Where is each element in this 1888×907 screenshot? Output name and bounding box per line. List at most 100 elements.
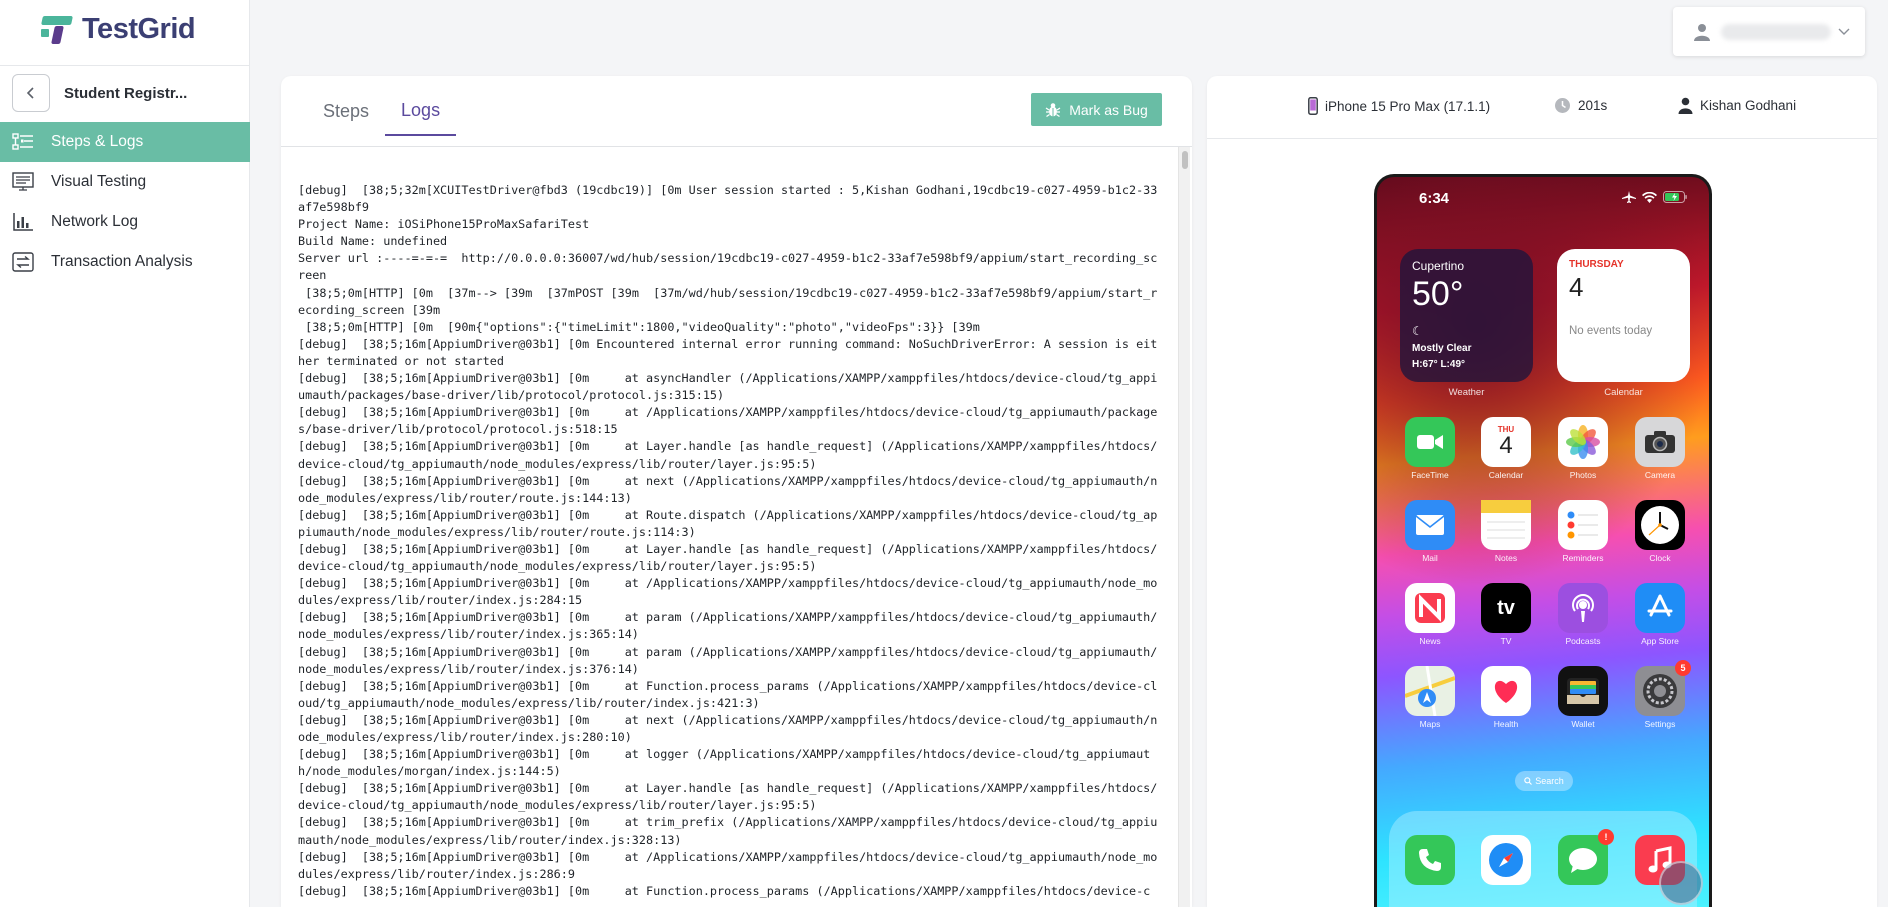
network-log-icon (12, 211, 34, 233)
app-label: News (1419, 636, 1441, 646)
user-icon (1694, 23, 1710, 41)
reminders-icon (1566, 510, 1600, 540)
sidebar-item-steps-logs[interactable]: Steps & Logs (0, 122, 250, 162)
sidebar-nav: Steps & Logs Visual Testing Network Log … (0, 122, 250, 282)
tab-steps[interactable]: Steps (307, 94, 385, 136)
app-label: Podcasts (1565, 636, 1601, 646)
back-button[interactable] (12, 74, 50, 112)
weather-high-low: H:67° L:49° (1412, 359, 1466, 370)
search-icon (1524, 777, 1533, 785)
photos-icon (1566, 425, 1600, 459)
account-name-redacted (1721, 23, 1831, 40)
widget-label-calendar: Calendar (1604, 387, 1643, 398)
app-wallet[interactable] (1558, 666, 1608, 716)
logs-panel: Steps Logs Mark as Bug [debug] [38;5;32m… (281, 76, 1192, 907)
bug-icon (1045, 102, 1061, 117)
app-reminders[interactable] (1558, 500, 1608, 550)
phone-device-icon (1308, 97, 1318, 115)
app-facetime[interactable] (1405, 417, 1455, 467)
calendar-widget[interactable]: THURSDAY 4 No events today (1557, 249, 1690, 382)
sidebar-item-transaction-analysis[interactable]: Transaction Analysis (0, 242, 250, 282)
chevron-down-icon (1838, 28, 1850, 35)
app-notes[interactable] (1481, 500, 1531, 550)
mark-as-bug-button[interactable]: Mark as Bug (1031, 93, 1162, 126)
log-line: [debug] [38;5;16m[AppiumDriver@03b1] [0m… (298, 849, 1158, 881)
app-app-store[interactable] (1635, 583, 1685, 633)
sidebar-item-label: Visual Testing (51, 173, 147, 190)
app-store-icon (1645, 593, 1675, 623)
status-time: 6:34 (1419, 190, 1450, 207)
sidebar: TestGrid Student Registr... Steps & Logs… (0, 0, 250, 907)
log-line: [debug] [38;5;16m[AppiumDriver@03b1] [0m… (298, 507, 1158, 539)
podcasts-icon (1567, 592, 1599, 624)
sidebar-item-label: Transaction Analysis (51, 253, 193, 270)
log-line: [debug] [38;5;16m[AppiumDriver@03b1] [0m… (298, 576, 1158, 608)
widget-label-weather: Weather (1448, 387, 1485, 398)
log-line: [38;5;0m[HTTP] [0m [37m--> [39m [37mPOST… (298, 285, 1158, 317)
account-menu[interactable] (1673, 7, 1865, 56)
app-calendar[interactable]: THU 4 (1481, 417, 1531, 467)
sidebar-item-label: Steps & Logs (51, 133, 144, 150)
clock-icon (1555, 98, 1570, 113)
divider (0, 65, 250, 66)
app-podcasts[interactable] (1558, 583, 1608, 633)
logo[interactable]: TestGrid (40, 12, 196, 46)
log-line: [debug] [38;5;16m[AppiumDriver@03b1] [0m… (298, 610, 1158, 642)
log-line: [debug] [38;5;16m[AppiumDriver@03b1] [0m… (298, 747, 1151, 779)
logs-output[interactable]: [debug] [38;5;32m[XCUITestDriver@fbd3 (1… (281, 146, 1192, 907)
app-label: Camera (1644, 470, 1676, 480)
log-line: [38;5;0m[HTTP] [0m [90m{"options":{"time… (298, 319, 980, 334)
app-label: Photos (1569, 470, 1597, 480)
logs-scrollbar[interactable] (1178, 147, 1190, 907)
moon-icon: ☾ (1412, 324, 1423, 338)
mark-as-bug-label: Mark as Bug (1069, 101, 1148, 118)
user-name: Kishan Godhani (1700, 98, 1797, 113)
tab-logs[interactable]: Logs (385, 94, 457, 136)
sidebar-item-visual-testing[interactable]: Visual Testing (0, 162, 250, 202)
tv-icon: tv (1497, 597, 1515, 620)
app-label: Settings (1644, 719, 1676, 729)
log-line: [debug] [38;5;16m[AppiumDriver@03b1] [0m… (298, 644, 1158, 676)
app-label: App Store (1641, 636, 1679, 646)
app-maps[interactable] (1405, 666, 1455, 716)
weather-widget[interactable]: Cupertino 50° ☾ Mostly Clear H:67° L:49° (1400, 249, 1533, 382)
app-photos[interactable] (1558, 417, 1608, 467)
project-header: Student Registr... (12, 74, 187, 112)
app-camera[interactable] (1635, 417, 1685, 467)
duration: 201s (1578, 98, 1608, 113)
user-icon (1678, 97, 1693, 114)
app-settings[interactable]: 5 (1635, 660, 1691, 716)
device-screen[interactable]: 6:34 Cupertino 50° ☾ Mostly Clear H:67° … (1374, 174, 1712, 907)
app-label: Mail (1422, 553, 1438, 563)
app-tv-glyph: tv (1497, 596, 1515, 619)
duration-info: 201s (1554, 97, 1607, 114)
settings-icon (1640, 671, 1680, 711)
app-label: Maps (1419, 719, 1441, 729)
phone-icon (1416, 846, 1444, 874)
app-tv[interactable]: tv (1481, 583, 1531, 633)
app-label: TV (1500, 636, 1512, 646)
log-line: [debug] [38;5;16m[AppiumDriver@03b1] [0m… (298, 439, 1158, 471)
calendar-weekday: THURSDAY (1569, 259, 1624, 270)
assistive-touch-button[interactable] (1659, 861, 1703, 905)
log-line: [debug] [38;5;16m[AppiumDriver@03b1] [0m… (298, 336, 1158, 368)
dock-safari[interactable] (1481, 835, 1531, 885)
wallet-icon (1566, 677, 1600, 705)
device-info-bar: iPhone 15 Pro Max (17.1.1) 201s Kishan G… (1207, 76, 1877, 139)
app-mail[interactable] (1405, 500, 1455, 550)
scrollbar-thumb[interactable] (1182, 151, 1188, 169)
chevron-left-icon (26, 87, 34, 99)
dock-phone[interactable] (1405, 835, 1455, 885)
app-health[interactable] (1481, 666, 1531, 716)
sidebar-item-network-log[interactable]: Network Log (0, 202, 250, 242)
device-name: iPhone 15 Pro Max (17.1.1) (1325, 98, 1491, 114)
log-line: Project Name: iOSiPhone15ProMaxSafariTes… (298, 217, 590, 232)
notification-badge: ! (1598, 829, 1614, 845)
app-clock[interactable] (1635, 500, 1685, 550)
weather-temp: 50° (1412, 275, 1464, 313)
dock-messages[interactable]: ! (1558, 829, 1614, 885)
tabs: Steps Logs (307, 94, 457, 136)
search-pill[interactable]: Search (1515, 771, 1573, 791)
app-news[interactable] (1405, 583, 1455, 633)
app-label: Reminders (1562, 553, 1604, 563)
